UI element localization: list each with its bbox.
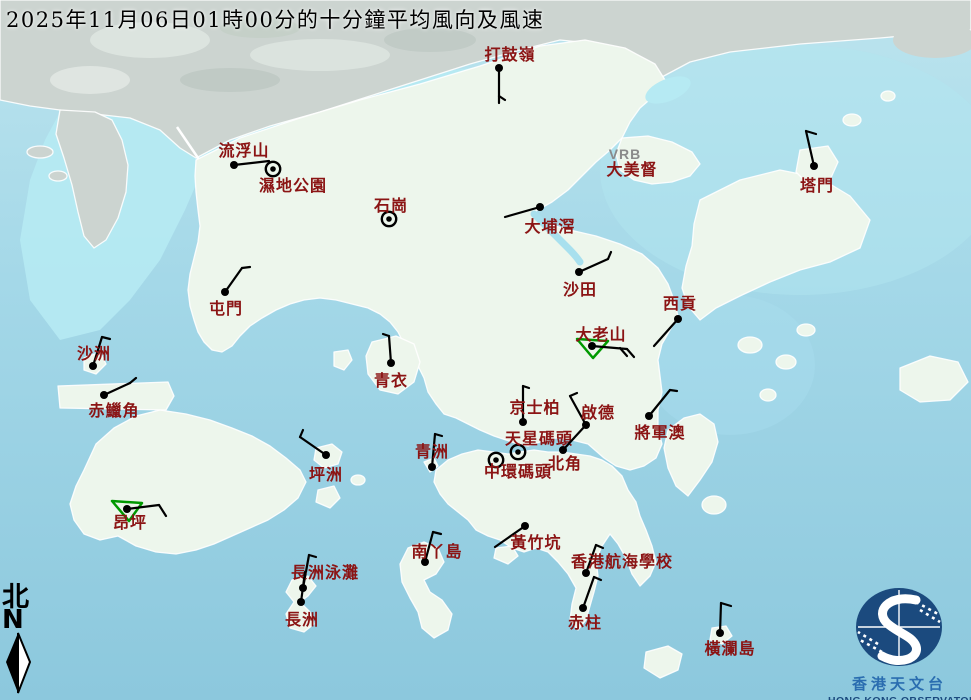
hko-logo-name-en: HONG KONG OBSERVATORY <box>828 695 971 700</box>
hko-logo-icon <box>828 586 971 668</box>
station-dot <box>495 64 503 72</box>
north-arrow-icon <box>2 632 36 696</box>
hong-kong-map: 打鼓嶺流浮山濕地公園石崗塔門VRB大美督大埔滘沙田屯門西貢沙洲赤鱲角大老山啟德將… <box>0 0 971 700</box>
wind-barb <box>720 603 721 633</box>
station-name-label: 沙洲 <box>77 344 111 363</box>
station-name-label: 青衣 <box>374 371 408 390</box>
station-dot <box>270 166 276 172</box>
station-name-label: 啟德 <box>581 403 615 422</box>
station-name-label: 西貢 <box>663 294 697 313</box>
station-dot <box>579 604 587 612</box>
station-name-label: 香港航海學校 <box>570 552 673 571</box>
station-name-label: 流浮山 <box>218 141 269 160</box>
station-name-label: 打鼓嶺 <box>484 45 535 64</box>
station-dot <box>123 505 131 513</box>
station-name-label: 京士柏 <box>509 398 560 417</box>
station-name-label: 大老山 <box>575 325 626 344</box>
station-name-label: 中環碼頭 <box>484 462 552 481</box>
station-dot <box>515 449 521 455</box>
station-dot <box>322 451 330 459</box>
station-dot <box>674 315 682 323</box>
station-name-label: 昂坪 <box>113 513 147 532</box>
station-dot <box>100 391 108 399</box>
station-dot <box>575 268 583 276</box>
station-dot <box>519 418 527 426</box>
station-name-label: 北角 <box>548 454 582 473</box>
station-dot <box>810 162 818 170</box>
station-name-label: 黃竹坑 <box>509 533 561 552</box>
station-name-label: 濕地公園 <box>259 176 327 195</box>
station-name-label: 橫瀾島 <box>704 639 755 658</box>
station-dot <box>428 463 436 471</box>
station-dot <box>297 598 305 606</box>
hko-logo-name-zh: 香港天文台 <box>828 673 971 694</box>
station-name-label: 南丫島 <box>411 542 462 561</box>
station-dot <box>716 629 724 637</box>
station-name-label: 屯門 <box>209 299 243 318</box>
station-dot <box>221 288 229 296</box>
wind-map-screen: 打鼓嶺流浮山濕地公園石崗塔門VRB大美督大埔滘沙田屯門西貢沙洲赤鱲角大老山啟德將… <box>0 0 971 700</box>
station-name-label: 赤柱 <box>568 613 602 632</box>
station-name-label: 長洲泳灘 <box>291 563 359 582</box>
station-name-label: 長洲 <box>285 610 319 629</box>
station-name-label: 大美督 <box>606 160 657 179</box>
station-name-label: 沙田 <box>563 280 597 299</box>
map-title: 2025年11月06日01時00分的十分鐘平均風向及風速 <box>6 4 544 34</box>
station-name-label: 青洲 <box>415 442 449 461</box>
station-dot <box>386 216 392 222</box>
station-dot <box>645 412 653 420</box>
north-letter-label: N <box>2 609 36 632</box>
station-name-label: 天星碼頭 <box>505 429 573 448</box>
station-dot <box>387 359 395 367</box>
station-name-label: 大埔滘 <box>524 217 575 236</box>
hko-logo: 香港天文台 HONG KONG OBSERVATORY <box>828 586 971 700</box>
wind-barb <box>670 390 677 391</box>
station-dot <box>89 362 97 370</box>
station-dot <box>559 446 567 454</box>
station-name-label: 將軍澳 <box>634 423 685 442</box>
station-dot <box>536 203 544 211</box>
north-compass: 北 N <box>2 584 36 700</box>
station-dot <box>230 161 238 169</box>
wind-barb <box>242 267 250 268</box>
station-name-label: 石崗 <box>373 196 408 215</box>
station-name-label: 塔門 <box>800 176 834 195</box>
station-name-label: 坪洲 <box>309 465 343 484</box>
station-dot <box>521 522 529 530</box>
station-name-label: 赤鱲角 <box>88 401 139 420</box>
